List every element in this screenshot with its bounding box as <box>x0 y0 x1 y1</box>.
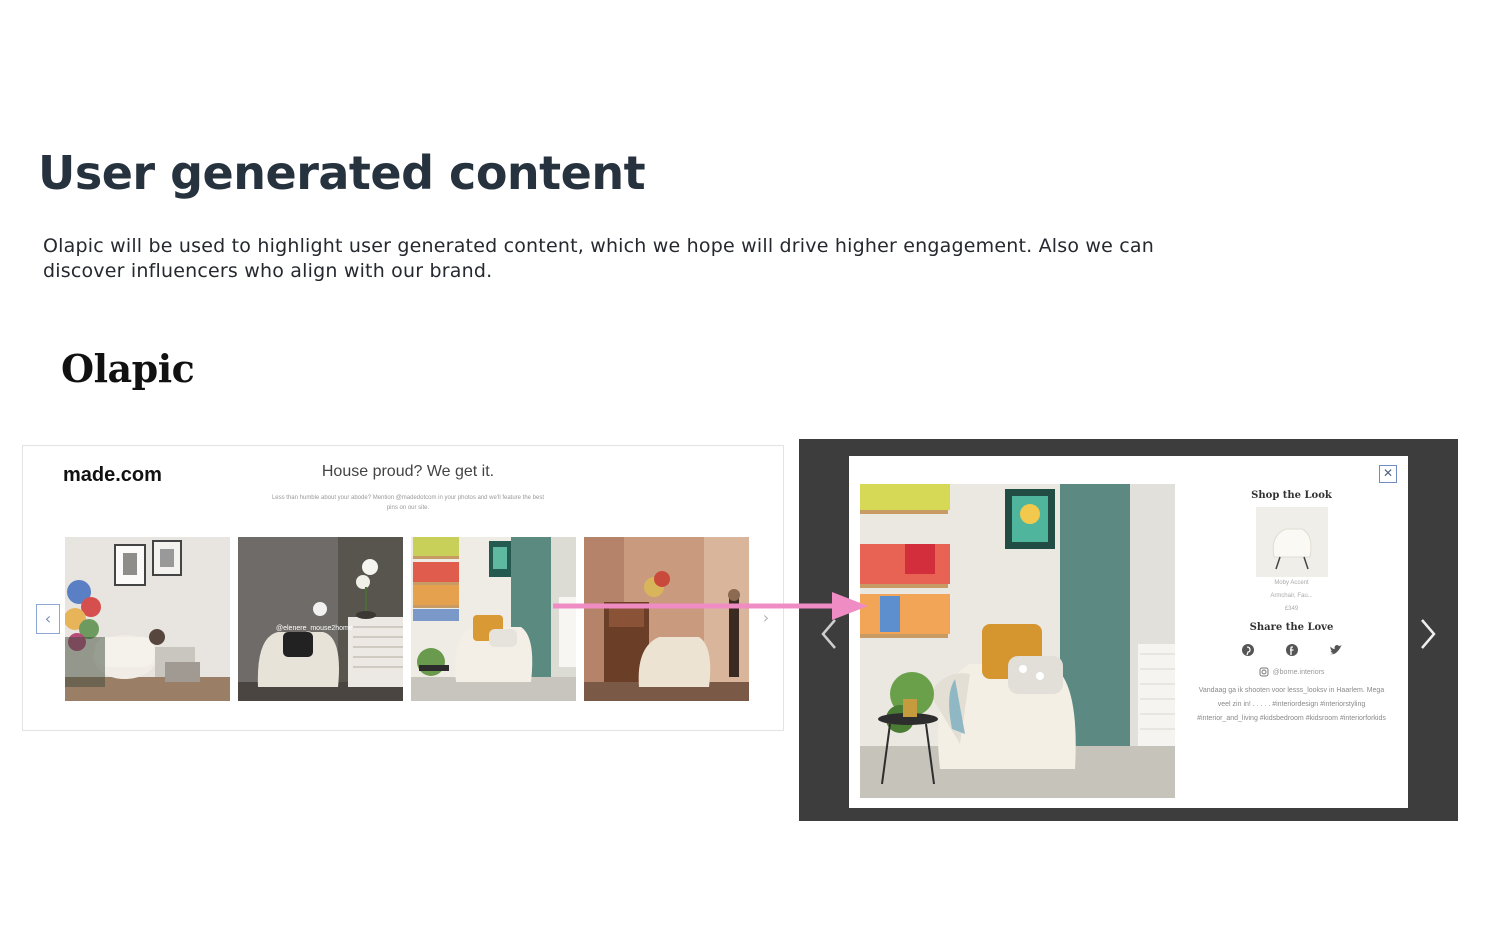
widget-heading: House proud? We get it. <box>321 463 495 480</box>
chevron-left-icon[interactable]: ‹ <box>36 604 60 634</box>
lightbox-prev-icon[interactable] <box>817 614 841 654</box>
photo-living-room-flowers[interactable] <box>65 537 230 701</box>
product-thumbnail[interactable] <box>1255 507 1328 577</box>
pinterest-icon[interactable] <box>1241 643 1255 657</box>
gallery-widget: made.com House proud? We get it. Less th… <box>22 445 784 731</box>
intro-paragraph: Olapic will be used to highlight user ge… <box>43 235 1155 282</box>
product-name[interactable]: Moby Accent <box>1189 577 1394 590</box>
lightbox-overlay: ✕ Shop the Look Moby Accent Armchair, Fa… <box>799 439 1458 821</box>
share-heading: Share the Love <box>1249 622 1334 633</box>
instagram-handle[interactable]: @borne.interiors <box>1273 669 1325 676</box>
chevron-right-icon[interactable]: › <box>754 604 778 634</box>
lightbox-photo <box>860 484 1175 798</box>
share-icons <box>1189 643 1394 657</box>
instagram-icon <box>1259 667 1269 677</box>
brand-logo[interactable]: made.com <box>63 464 162 487</box>
photo-grey-room-chair[interactable]: @elenere_mouse2home <box>238 537 403 701</box>
instagram-credit[interactable]: @borne.interiors <box>1189 667 1394 677</box>
close-icon[interactable]: ✕ <box>1379 465 1397 483</box>
photo-handle-tag: @elenere_mouse2home <box>276 625 353 632</box>
photo-pink-room-chair[interactable] <box>584 537 749 701</box>
shop-heading: Shop the Look <box>1251 490 1332 501</box>
lightbox-card: ✕ Shop the Look Moby Accent Armchair, Fa… <box>849 456 1408 808</box>
product-price: £349 <box>1284 606 1299 612</box>
photo-kids-room-chair[interactable] <box>411 537 576 701</box>
page-title: User generated content <box>38 146 646 200</box>
photo-caption: Vandaag ga ik shooten voor lesss_looksv … <box>1197 687 1386 722</box>
product-description: Armchair, Fau... <box>1270 593 1313 599</box>
lightbox-sidebar: Shop the Look Moby Accent Armchair, Fau.… <box>1189 490 1394 726</box>
lightbox-next-icon[interactable] <box>1416 614 1440 654</box>
olapic-logo: Olapic <box>61 346 195 391</box>
widget-subtext: Less than humble about your abode? Menti… <box>271 495 545 511</box>
facebook-icon[interactable] <box>1285 643 1299 657</box>
twitter-icon[interactable] <box>1329 643 1343 657</box>
